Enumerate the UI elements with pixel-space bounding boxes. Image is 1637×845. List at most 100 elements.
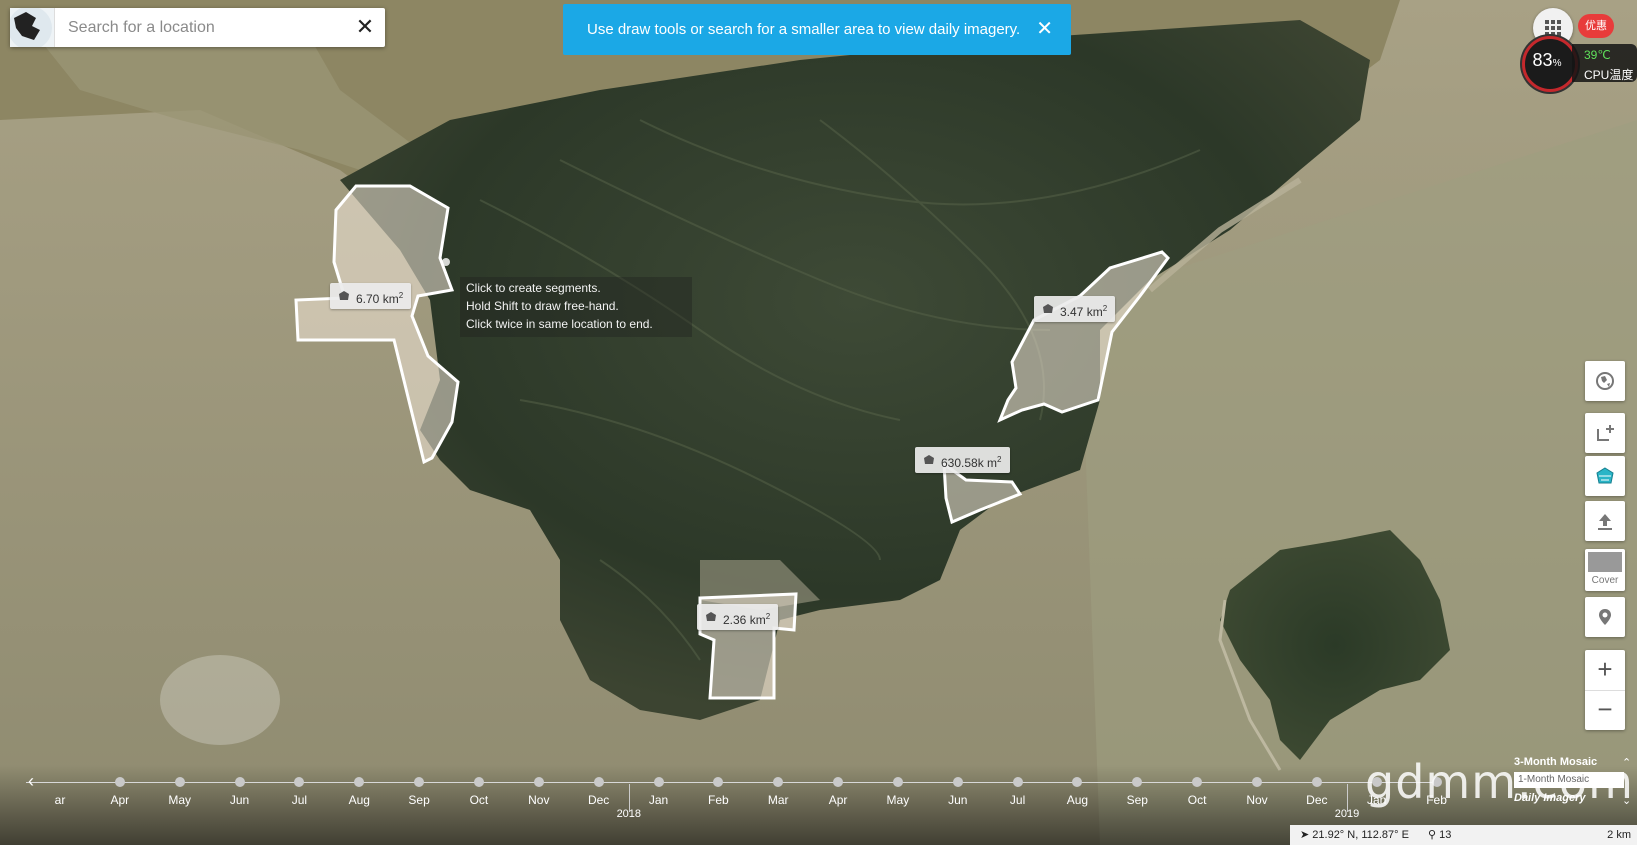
timeline-month-label: Jan: [648, 793, 669, 807]
draw-hint-tooltip: Click to create segments. Hold Shift to …: [460, 277, 692, 337]
timeline-month-marker[interactable]: [174, 777, 185, 787]
satellite-map[interactable]: [0, 0, 1637, 845]
timeline-month-marker[interactable]: [713, 777, 724, 787]
hint-line: Click to create segments.: [466, 281, 601, 295]
area-value: 3.47 km: [1060, 305, 1103, 319]
area-value: 630.58k m: [941, 456, 998, 470]
timeline-month-label: May: [886, 793, 910, 807]
timeline-month-marker[interactable]: [1072, 777, 1083, 787]
zoom-out-button[interactable]: −: [1585, 690, 1625, 730]
grid-icon: [1545, 20, 1561, 36]
imagery-mode-title: 3-Month Mosaic: [1514, 756, 1598, 768]
area-value: 6.70 km: [356, 292, 399, 306]
timeline-month-label: Aug: [1066, 793, 1089, 807]
timeline-month-marker[interactable]: [354, 777, 365, 787]
timeline-month-marker[interactable]: [1252, 777, 1262, 787]
timeline-month-label: Apr: [828, 793, 848, 807]
add-square-icon: [1597, 425, 1614, 441]
banner-text: Use draw tools or search for a smaller a…: [587, 21, 1021, 38]
timeline-month-marker[interactable]: [294, 777, 305, 787]
upload-icon: [1598, 514, 1612, 530]
cpu-info: 39℃ CPU温度: [1572, 44, 1637, 82]
timeline-back-icon[interactable]: ‹: [28, 771, 34, 792]
timeline-month-marker[interactable]: [593, 777, 604, 787]
timeline-month-marker[interactable]: [833, 777, 844, 787]
timeline-month-marker[interactable]: [533, 777, 544, 787]
cover-label: Cover: [1591, 575, 1619, 586]
polygon-icon: [339, 291, 349, 300]
cpu-percent: 83%: [1522, 50, 1572, 71]
timeline-month-label: Dec: [587, 793, 610, 807]
cloud-patch: [160, 655, 280, 745]
timeline-month-label: Feb: [708, 793, 729, 807]
timeline-month-label: Sep: [1126, 793, 1148, 807]
timeline-month-label: Sep: [408, 793, 430, 807]
zoom-level-value: 13: [1439, 829, 1452, 841]
mosaic-select[interactable]: 1-Month Mosaic: [1514, 772, 1624, 788]
globe-thumbnail[interactable]: [10, 8, 55, 47]
timeline-month-label: Nov: [528, 793, 550, 807]
timeline-month-marker[interactable]: [653, 777, 664, 787]
area-exponent: 2: [1102, 304, 1108, 313]
polygon-icon: [706, 612, 716, 621]
timeline-month-marker[interactable]: [892, 777, 903, 787]
timeline-month-label: Jun: [229, 793, 250, 807]
timeline-month-marker[interactable]: [114, 777, 125, 787]
timeline-month-marker[interactable]: [414, 777, 425, 787]
draw-polygon-button[interactable]: [1585, 456, 1625, 496]
location-pin-button[interactable]: [1585, 597, 1625, 637]
promo-badge[interactable]: 优惠: [1578, 14, 1614, 38]
area-exponent: 2: [765, 612, 771, 621]
chevron-up-icon[interactable]: ⌃: [1622, 756, 1631, 769]
timeline-month-marker[interactable]: [1192, 777, 1203, 787]
timeline-month-label: Jun: [948, 793, 968, 807]
coordinates-readout: ➤ 21.92° N, 112.87° E: [1300, 829, 1409, 841]
globe-button[interactable]: [1585, 361, 1625, 401]
imagery-mode-panel[interactable]: 3-Month Mosaic ⌃ 1-Month Mosaic Daily Im…: [1510, 754, 1637, 810]
timeline-month-marker[interactable]: [1311, 777, 1322, 787]
cpu-temperature: 39℃: [1584, 48, 1611, 62]
timeline-month-marker[interactable]: [773, 777, 784, 787]
zoom-controls: + −: [1585, 650, 1625, 730]
globe-icon: [1596, 372, 1614, 390]
area-exponent: 2: [398, 291, 404, 300]
cover-button[interactable]: Cover: [1585, 549, 1625, 591]
daily-imagery-label[interactable]: Daily Imagery: [1514, 792, 1586, 804]
polygon-draw-icon: [1596, 467, 1614, 484]
timeline-month-label: Nov: [1246, 793, 1268, 807]
cpu-percent-value: 83: [1532, 50, 1553, 70]
scale-readout: 2 km: [1607, 829, 1631, 841]
area-label-south[interactable]: 2.36 km2: [697, 604, 779, 630]
chevron-down-icon[interactable]: ⌄: [1622, 794, 1631, 807]
timeline-month-label: Dec: [1306, 793, 1328, 807]
draw-cursor-vertex: [442, 258, 450, 266]
timeline-month-marker[interactable]: [952, 777, 963, 787]
zoom-level-readout: ⚲ 13: [1428, 829, 1452, 841]
banner-close-icon[interactable]: ✕: [1036, 4, 1053, 55]
add-layer-button[interactable]: [1585, 413, 1625, 453]
search-box[interactable]: ✕: [10, 8, 385, 47]
zoom-in-button[interactable]: +: [1585, 650, 1625, 691]
timeline-month-label: Jul: [291, 793, 308, 807]
status-bar: ➤ 21.92° N, 112.87° E ⚲ 13 2 km: [1290, 825, 1637, 845]
timeline-month-marker[interactable]: [234, 777, 245, 787]
area-exponent: 2: [997, 455, 1002, 464]
area-label-east-small[interactable]: 630.58k m2: [915, 447, 1010, 473]
timeline-month-label: Aug: [348, 793, 370, 807]
cpu-monitor-widget[interactable]: 83% 39℃ CPU温度: [1522, 36, 1637, 92]
timeline-month-marker[interactable]: [473, 777, 484, 787]
search-input[interactable]: [66, 14, 350, 42]
timeline-month-label: Mar: [767, 793, 789, 807]
timeline-month-label: Oct: [469, 793, 489, 807]
map-pin-icon: [1599, 609, 1611, 625]
area-label-northeast[interactable]: 3.47 km2: [1034, 296, 1116, 322]
polygon-icon: [1043, 304, 1053, 313]
cover-thumbnail: [1588, 552, 1622, 572]
close-icon[interactable]: ✕: [355, 16, 375, 38]
area-label-west[interactable]: 6.70 km2: [330, 283, 412, 309]
timeline-month-marker[interactable]: [1132, 777, 1143, 787]
timeline-month-marker[interactable]: [1012, 777, 1023, 787]
timeline-month-label: ar: [54, 793, 66, 807]
upload-button[interactable]: [1585, 501, 1625, 541]
timeline-month-label: Jul: [1009, 793, 1026, 807]
